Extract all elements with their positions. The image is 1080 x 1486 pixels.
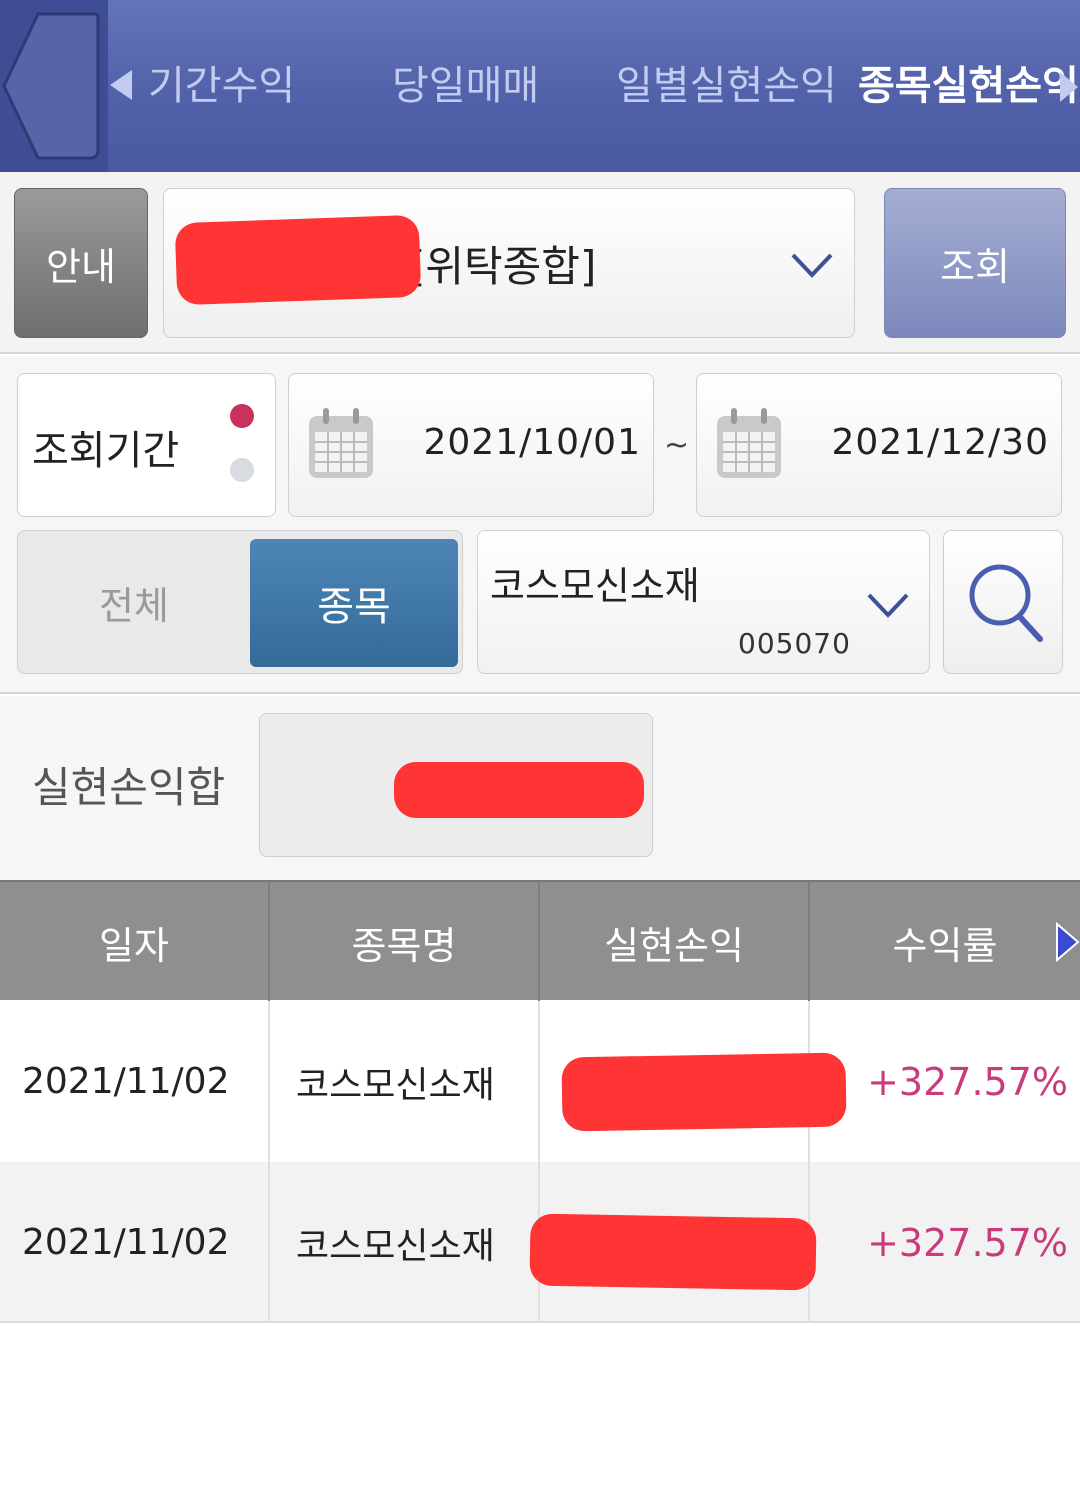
table-row[interactable]: 2021/11/02 코스모신소재 +327.57% xyxy=(0,1001,1080,1162)
cell-stock-name: 코스모신소재 xyxy=(270,1001,540,1162)
filter-segment: 전체 종목 xyxy=(17,530,463,674)
redaction-mark xyxy=(529,1213,817,1291)
tab-bar: 기간수익 당일매매 일별실현손익 종목실현손익 xyxy=(0,0,1080,172)
period-option-dot[interactable] xyxy=(230,458,254,482)
tab-daily-trade[interactable]: 당일매매 xyxy=(392,56,539,116)
back-button[interactable] xyxy=(0,0,108,172)
redaction-mark xyxy=(561,1052,847,1132)
column-header-rate[interactable]: 수익률 xyxy=(810,882,1080,1002)
account-type-label: [위탁종합] xyxy=(409,242,597,291)
scroll-right-icon[interactable] xyxy=(1054,922,1080,962)
end-date-value: 2021/12/30 xyxy=(831,422,1049,463)
stock-select[interactable]: 코스모신소재 005070 xyxy=(477,530,930,674)
back-arrow-icon xyxy=(2,12,100,160)
segment-stock-button[interactable]: 종목 xyxy=(250,539,458,667)
calendar-icon xyxy=(717,408,781,478)
period-option-dot-active[interactable] xyxy=(230,404,254,428)
account-row: 안내 [위탁종합] 조회 xyxy=(0,172,1080,354)
table-row[interactable]: 2021/11/02 코스모신소재 +327.57% xyxy=(0,1162,1080,1323)
search-icon xyxy=(969,564,1043,642)
period-label: 조회기간 xyxy=(32,428,180,474)
redaction-mark xyxy=(394,762,644,818)
query-button[interactable]: 조회 xyxy=(884,188,1066,338)
stock-code: 005070 xyxy=(738,627,851,660)
period-section: 조회기간 2021/10/01 ~ 2021/12/30 전체 종목 코스모신소… xyxy=(0,356,1080,694)
cell-date: 2021/11/02 xyxy=(0,1001,270,1162)
start-date-field[interactable]: 2021/10/01 xyxy=(288,373,654,517)
cell-realized xyxy=(540,1001,847,1162)
guide-button[interactable]: 안내 xyxy=(14,188,148,338)
tab-daily-realized[interactable]: 일별실현손익 xyxy=(616,56,837,116)
tab-scroll-left-icon[interactable] xyxy=(108,68,134,102)
cell-rate: +327.57% xyxy=(867,1059,1068,1104)
cell-date: 2021/11/02 xyxy=(0,1162,270,1323)
segment-all-button[interactable]: 전체 xyxy=(18,531,250,673)
cell-rate: +327.57% xyxy=(867,1220,1068,1265)
tab-period-profit[interactable]: 기간수익 xyxy=(148,56,295,116)
date-separator: ~ xyxy=(664,428,690,463)
chevron-down-icon xyxy=(867,593,909,618)
cell-realized xyxy=(529,1162,817,1323)
search-button[interactable] xyxy=(943,530,1063,674)
period-label-box: 조회기간 xyxy=(17,373,276,517)
stock-name: 코스모신소재 xyxy=(490,564,700,608)
tab-scroll-right-icon[interactable] xyxy=(1058,70,1080,104)
column-header-realized[interactable]: 실현손익 xyxy=(540,882,810,1002)
column-header-date[interactable]: 일자 xyxy=(0,882,270,1002)
calendar-icon xyxy=(309,408,373,478)
end-date-field[interactable]: 2021/12/30 xyxy=(696,373,1062,517)
redaction-mark xyxy=(174,214,422,306)
realized-sum-label: 실현손익합 xyxy=(32,763,226,812)
realized-sum-value-box xyxy=(259,713,653,857)
start-date-value: 2021/10/01 xyxy=(423,422,641,463)
account-select[interactable]: [위탁종합] xyxy=(163,188,855,338)
table-header: 일자 종목명 실현손익 수익률 xyxy=(0,880,1080,1002)
cell-stock-name: 코스모신소재 xyxy=(270,1162,540,1323)
column-header-name[interactable]: 종목명 xyxy=(270,882,540,1002)
summary-section: 실현손익합 xyxy=(0,696,1080,880)
chevron-down-icon xyxy=(791,253,833,278)
tab-stock-realized[interactable]: 종목실현손익 xyxy=(858,56,1079,116)
